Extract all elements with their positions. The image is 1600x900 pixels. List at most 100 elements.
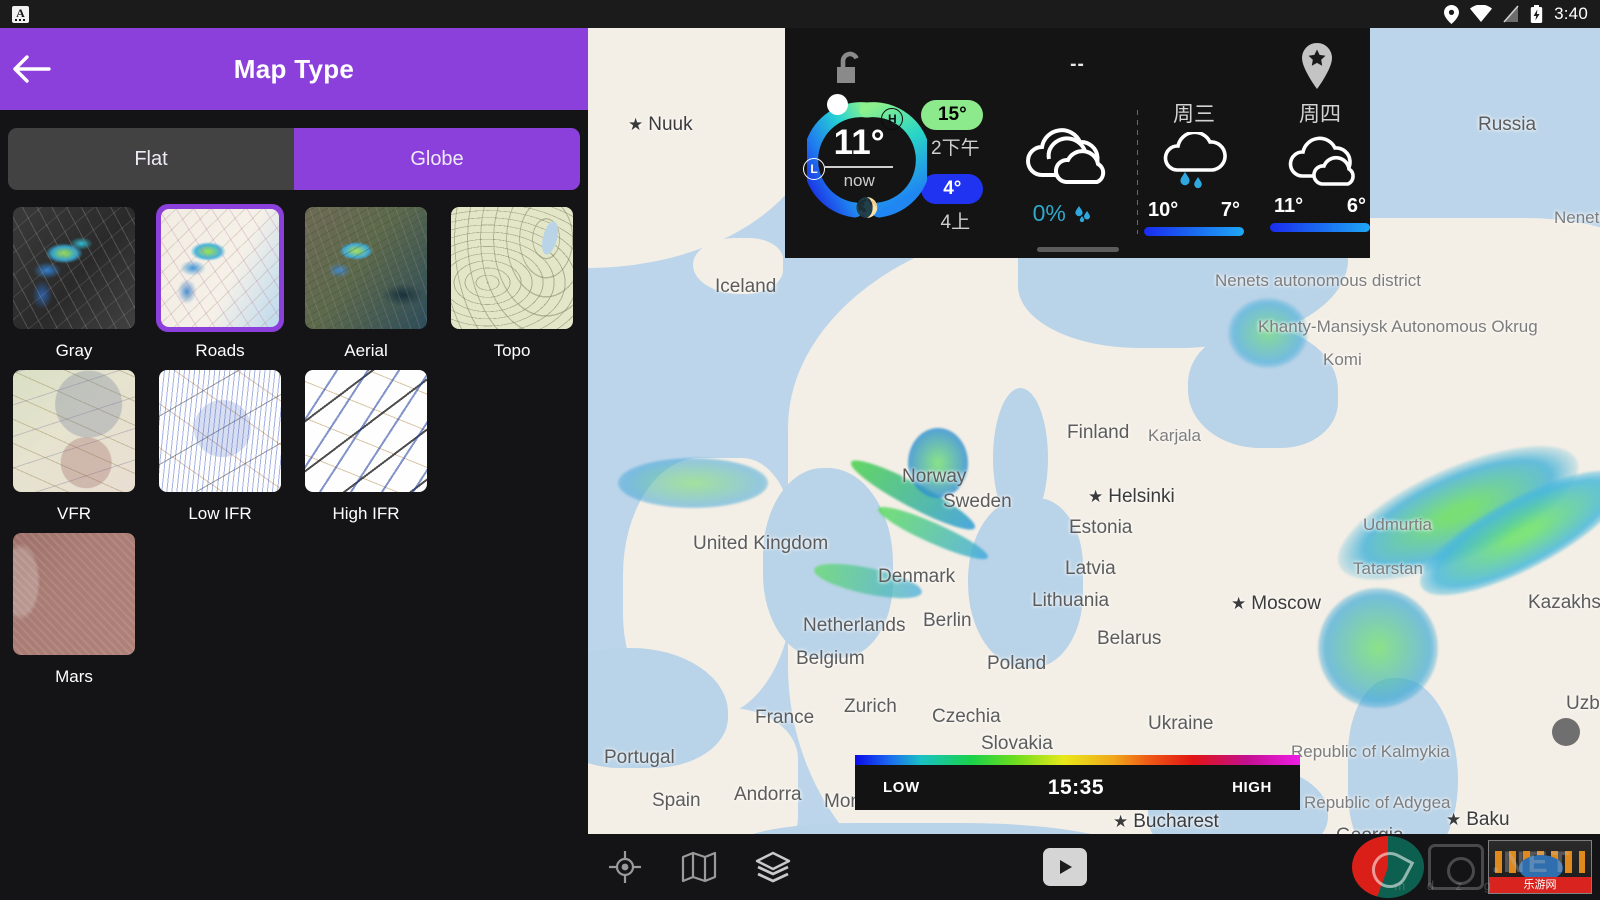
app-bar: Map Type [0, 28, 588, 110]
map-label: Spain [652, 790, 701, 811]
crescent-moon-icon: 🌒 [855, 198, 879, 219]
map-type-label: Aerial [344, 341, 388, 360]
map-label: Estonia [1069, 517, 1133, 538]
map-label: Helsinki [1088, 486, 1175, 508]
map-type-row: VFR Low IFR High IFR [10, 367, 578, 524]
forecast-range-bar [1270, 223, 1370, 232]
map-type-label: Low IFR [188, 504, 252, 523]
section-divider [1137, 110, 1138, 234]
map-label: Uzbekistan [1566, 693, 1600, 714]
map-type-option-vfr[interactable]: VFR [10, 367, 138, 524]
map-label: Zurich [844, 696, 897, 717]
map-label: Lithuania [1032, 590, 1110, 611]
clock: 3:40 [1554, 4, 1588, 23]
watermark-group: 乐游网 .NET m d z g [1352, 836, 1592, 898]
dial-now-label: now [843, 171, 875, 190]
map-type-thumbnail[interactable] [10, 204, 138, 332]
rain-cloud-icon [1144, 130, 1244, 199]
legend-row: LOW 15:35 HIGH [855, 765, 1300, 810]
map-type-option-low-ifr[interactable]: Low IFR [156, 367, 284, 524]
map-label: Komi [1323, 350, 1362, 369]
map-type-thumbnail[interactable] [156, 204, 284, 332]
play-button-icon[interactable] [1043, 848, 1087, 886]
map-label: Iceland [715, 276, 777, 297]
map-type-thumbnail[interactable] [302, 204, 430, 332]
map-type-label: Mars [55, 667, 93, 686]
radar-legend[interactable]: LOW 15:35 HIGH [855, 755, 1300, 810]
map-label: Kazakhstan [1528, 592, 1600, 613]
raindrops-icon [1075, 205, 1090, 222]
high-temp-time: 2下午 [931, 138, 980, 159]
forecast-temps: 11° 6° [1270, 195, 1370, 218]
tab-flat[interactable]: Flat [8, 128, 294, 190]
forecast-range-bar [1144, 227, 1244, 236]
map-label: Berlin [923, 610, 972, 631]
map-label: Belarus [1097, 628, 1162, 649]
map-type-label: Gray [55, 341, 93, 360]
map-type-option-gray[interactable]: Gray [10, 204, 138, 361]
no-signal-icon [1503, 5, 1519, 23]
forecast-high: 10° [1148, 199, 1179, 221]
current-temperature: 11° [833, 123, 885, 162]
map-icon[interactable] [662, 851, 736, 883]
map-label: Sweden [943, 491, 1012, 512]
map-type-option-high-ifr[interactable]: High IFR [302, 367, 430, 524]
legend-low-label: LOW [883, 779, 920, 796]
forecast-low: 6° [1346, 195, 1366, 217]
map-label: Finland [1067, 422, 1130, 443]
locate-crosshair-icon[interactable] [588, 850, 662, 884]
map-label: Netherlands [803, 615, 906, 636]
map-type-option-mars[interactable]: Mars [10, 530, 138, 687]
map-type-thumbnail[interactable] [156, 367, 284, 495]
high-temp-pill: 15° [921, 100, 984, 130]
precip-chance: 0% [1032, 200, 1066, 226]
dial-center: 11° now [807, 123, 911, 191]
map-label: Udmurtia [1363, 515, 1432, 534]
map-type-option-topo[interactable]: Topo [448, 204, 576, 361]
map-type-option-roads[interactable]: Roads [156, 204, 284, 361]
map-label: Norway [902, 466, 967, 487]
map-label: Khanty-Mansiysk Autonomous Okrug [1258, 317, 1538, 336]
forecast-day: 周四 11° 6° [1270, 98, 1370, 258]
divider-line [825, 166, 894, 168]
status-icons: 3:40 [1444, 4, 1588, 24]
map-type-row: Mars [10, 530, 578, 687]
low-temp-pill: 4° [921, 174, 984, 204]
map-label: Nenets Autonomous Okrug [1554, 208, 1600, 227]
projection-segmented-control: Flat Globe [8, 128, 580, 190]
map-label: Portugal [604, 747, 675, 768]
map-label: Poland [987, 653, 1047, 674]
map-label: Nuuk [628, 114, 692, 136]
current-condition: 0% [989, 88, 1137, 258]
app-root: Nuuk Iceland Russia Nenets Autonomous Okrug… [0, 0, 1600, 900]
high-low-column: 15° 2下午 4° 4上 [921, 100, 989, 258]
map-label: Nenets autonomous district [1215, 271, 1421, 290]
map-type-thumbnail[interactable] [10, 530, 138, 658]
bottom-toolbar: 乐游网 .NET m d z g [588, 834, 1600, 900]
layers-icon[interactable] [736, 851, 810, 883]
map-label: Bucharest [1113, 811, 1219, 833]
low-temp-time: 4上 [940, 212, 971, 233]
star-pin-icon[interactable] [1300, 42, 1334, 95]
tab-globe[interactable]: Globe [294, 128, 580, 190]
wifi-icon [1470, 5, 1493, 22]
weather-widget[interactable]: -- L H 11° now 🌒 15° 2下午 4° 4上 0% 周三 10°… [785, 28, 1370, 258]
map-type-thumbnail[interactable] [448, 204, 576, 332]
current-position-marker [827, 94, 848, 115]
map-label: Andorra [734, 784, 802, 805]
map-zoom-dot[interactable] [1552, 718, 1580, 746]
radar-echo [618, 458, 768, 508]
forecast-day: 周三 10° 7° [1144, 98, 1244, 258]
forecast-day-name: 周三 [1173, 103, 1215, 126]
map-label: Moscow [1231, 593, 1321, 615]
weather-widget-header: -- [785, 28, 1370, 94]
drag-handle[interactable] [1036, 247, 1119, 252]
map-type-thumbnail[interactable] [302, 367, 430, 495]
map-type-option-aerial[interactable]: Aerial [302, 204, 430, 361]
map-type-row: Gray Roads Aerial Topo [10, 204, 578, 361]
forecast-temps: 10° 7° [1144, 199, 1244, 222]
temperature-dial: L H 11° now 🌒 [803, 94, 927, 220]
back-arrow-icon[interactable] [0, 54, 62, 84]
weather-widget-body: L H 11° now 🌒 15° 2下午 4° 4上 0% 周三 10° 7°… [785, 94, 1370, 258]
map-type-thumbnail[interactable] [10, 367, 138, 495]
